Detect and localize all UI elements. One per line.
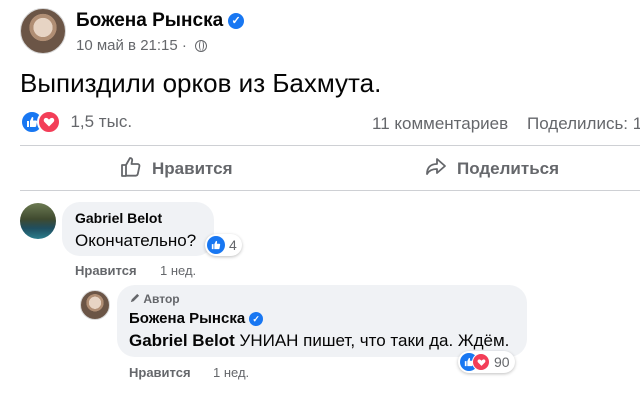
author-badge-label: Автор [143, 292, 180, 306]
share-button-label: Поделиться [457, 159, 560, 178]
like-button-label: Нравится [152, 159, 233, 178]
verified-icon: ✓ [228, 13, 245, 29]
reply-author-name[interactable]: Божена Рынска [129, 310, 245, 327]
comment-like-link[interactable]: Нравится [75, 263, 137, 278]
reactions-summary[interactable]: 1,5 тыс. [20, 110, 132, 136]
post-date[interactable]: 10 май в 21:15 [76, 37, 178, 54]
shares-count[interactable]: Поделились: 1 [527, 114, 640, 134]
reaction-count[interactable]: 1,5 тыс. [70, 112, 132, 131]
reply-reaction-count: 90 [494, 354, 510, 370]
love-reaction-icon [37, 110, 61, 134]
share-arrow-icon [425, 156, 447, 183]
comment-text: Окончательно? [75, 231, 197, 250]
reply-reactions[interactable]: 90 [458, 351, 515, 373]
author-avatar[interactable] [20, 8, 66, 54]
comment-reaction-count: 4 [229, 237, 237, 253]
divider [20, 145, 640, 146]
reply-author-avatar[interactable] [80, 290, 110, 320]
verified-icon: ✓ [249, 312, 264, 326]
post-meta: 10 май в 21:15 · [76, 37, 208, 54]
thumbs-up-icon [120, 156, 142, 183]
post-author-name[interactable]: Божена Рынска [76, 10, 223, 31]
commenter-avatar[interactable] [20, 203, 56, 239]
like-button[interactable]: Нравится [120, 155, 233, 183]
reply-text: Gabriel Belot УНИАН пишет, что таки да. … [129, 331, 509, 351]
post-text: Выпиздили орков из Бахмута. [20, 68, 382, 98]
reply-author[interactable]: Божена Рынска ✓ [129, 310, 264, 327]
divider [20, 190, 640, 191]
like-reaction-icon [207, 236, 225, 254]
author-badge: Автор [129, 292, 180, 306]
pencil-icon [129, 292, 143, 306]
reply-like-link[interactable]: Нравится [129, 365, 191, 380]
share-button[interactable]: Поделиться [425, 155, 559, 183]
comment-time[interactable]: 1 нед. [160, 263, 196, 278]
comment-reactions[interactable]: 4 [205, 234, 242, 256]
meta-separator: · [181, 37, 187, 54]
post-author[interactable]: Божена Рынска ✓ [76, 10, 245, 32]
love-reaction-icon [472, 353, 490, 371]
comments-count[interactable]: 11 комментариев [372, 114, 508, 134]
reply-message: УНИАН пишет, что таки да. Ждём. [239, 331, 510, 350]
globe-icon [195, 40, 208, 52]
comment-author[interactable]: Gabriel Belot [75, 210, 162, 226]
reply-mention[interactable]: Gabriel Belot [129, 331, 235, 350]
reply-time[interactable]: 1 нед. [213, 365, 249, 380]
